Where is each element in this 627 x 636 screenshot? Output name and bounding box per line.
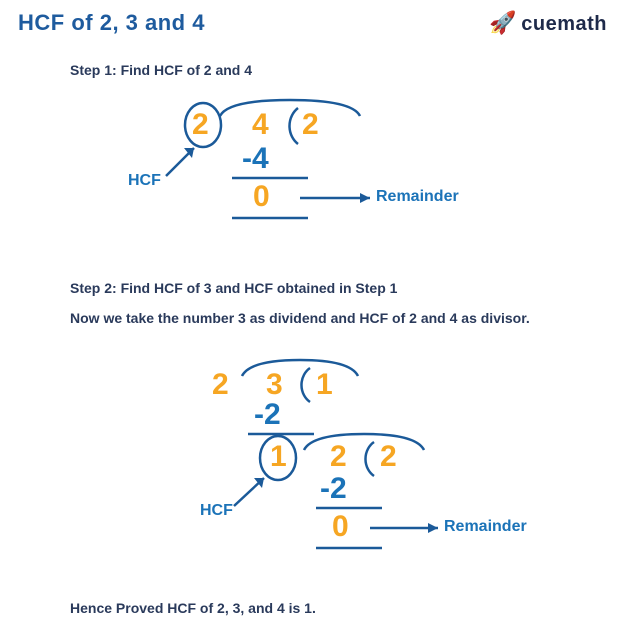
diagram2-lines bbox=[150, 350, 550, 580]
d1-divisor: 2 bbox=[192, 108, 209, 142]
step2b-text: Now we take the number 3 as dividend and… bbox=[70, 308, 590, 329]
d2-hcf-label: HCF bbox=[200, 502, 233, 520]
d2a-rem: 1 bbox=[270, 440, 287, 474]
d1-quotient: 2 bbox=[302, 108, 319, 142]
d2b-rem: 0 bbox=[332, 510, 349, 544]
step1-text: Step 1: Find HCF of 2 and 4 bbox=[70, 62, 590, 78]
d1-sub: -4 bbox=[242, 142, 269, 176]
d2a-dividend: 3 bbox=[266, 368, 283, 402]
d2b-quotient: 2 bbox=[380, 440, 397, 474]
d2b-dividend: 2 bbox=[330, 440, 347, 474]
step2a-text: Step 2: Find HCF of 3 and HCF obtained i… bbox=[70, 280, 590, 296]
d2b-sub: -2 bbox=[320, 472, 347, 506]
d2a-sub: -2 bbox=[254, 398, 281, 432]
page-title: HCF of 2, 3 and 4 bbox=[18, 10, 205, 36]
d1-rem-label: Remainder bbox=[376, 188, 459, 206]
rocket-icon: 🚀 bbox=[489, 10, 517, 35]
d1-dividend: 4 bbox=[252, 108, 269, 142]
brand-logo: 🚀cuemath bbox=[489, 10, 607, 36]
d2a-quotient: 1 bbox=[316, 368, 333, 402]
d1-hcf-label: HCF bbox=[128, 172, 161, 190]
d1-rem: 0 bbox=[253, 180, 270, 214]
brand-text: cuemath bbox=[521, 13, 607, 35]
d2a-divisor: 2 bbox=[212, 368, 229, 402]
proved-text: Hence Proved HCF of 2, 3, and 4 is 1. bbox=[70, 600, 590, 616]
d2-rem-label: Remainder bbox=[444, 518, 527, 536]
